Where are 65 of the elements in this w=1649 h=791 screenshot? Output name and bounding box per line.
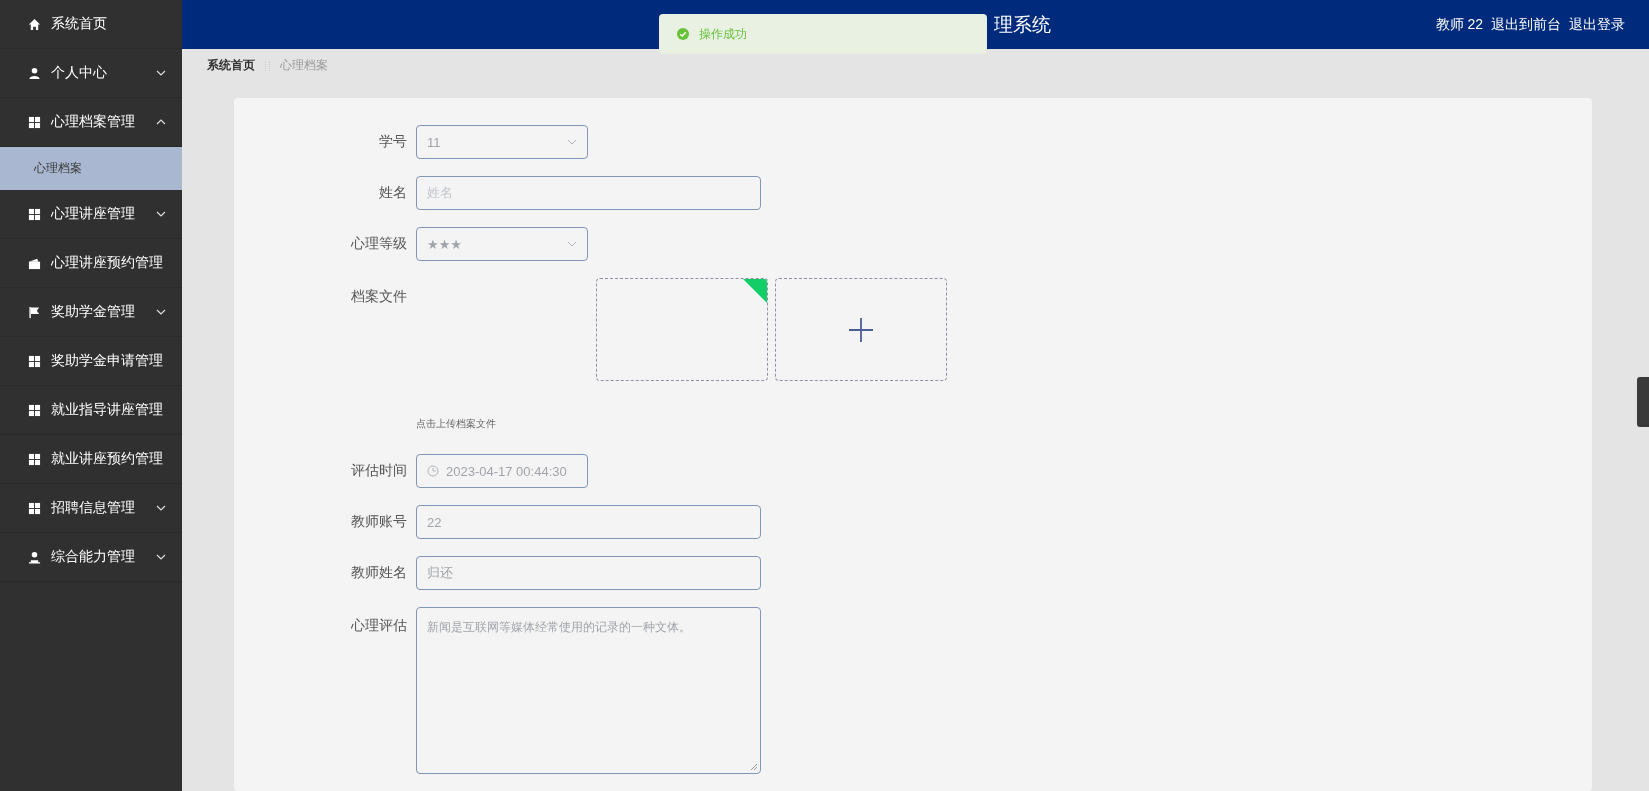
menu-label: 招聘信息管理 [51, 499, 136, 517]
flag-icon [28, 305, 41, 319]
uploaded-file-tile[interactable] [596, 278, 768, 381]
clock-icon [427, 465, 439, 477]
menu-label: 系统首页 [51, 15, 108, 33]
header-link[interactable]: 退出登录 [1569, 15, 1625, 34]
field-label: 档案文件 [350, 287, 408, 306]
menu-label: 就业讲座预约管理 [51, 450, 164, 468]
menu-item[interactable]: 奖助学金管理 [0, 288, 182, 337]
resize-grip-icon[interactable] [750, 763, 758, 771]
field-label: 教师姓名 [350, 564, 408, 582]
chevron-icon [567, 139, 577, 145]
chevron-icon [156, 211, 166, 217]
menu-label: 奖助学金管理 [51, 303, 136, 321]
menu-item[interactable]: 心理讲座管理 [0, 190, 182, 239]
chevron-icon [156, 119, 166, 125]
menu-label: 个人中心 [51, 64, 108, 82]
chevron-icon [156, 554, 166, 560]
breadcrumb-item[interactable]: 系统首页 [207, 57, 255, 74]
side-handle[interactable] [1637, 377, 1649, 427]
app-title: 理系统 [994, 12, 1051, 37]
menu-item[interactable]: 心理讲座预约管理 [0, 239, 182, 288]
menu-item[interactable]: 就业指导讲座管理 [0, 386, 182, 435]
menu-item[interactable]: 招聘信息管理 [0, 484, 182, 533]
grid-icon [28, 452, 41, 466]
home-icon [28, 17, 41, 31]
menu-label: 心理讲座预约管理 [51, 254, 164, 272]
chevron-icon [567, 241, 577, 247]
menu-label: 心理讲座管理 [51, 205, 136, 223]
toast-message: 操作成功 [699, 25, 747, 43]
chevron-icon [156, 70, 166, 76]
person-icon [28, 550, 41, 564]
upload-hint: 点击上传档案文件 [416, 417, 497, 431]
check-icon [677, 28, 689, 40]
grid-icon [28, 115, 41, 129]
chevron-icon [156, 505, 166, 511]
menu-label: 心理档案管理 [51, 113, 136, 131]
menu-item[interactable]: 综合能力管理 [0, 533, 182, 582]
grid-icon [28, 354, 41, 368]
field-label: 姓名 [378, 184, 408, 202]
submenu-item[interactable]: 心理档案 [0, 147, 182, 190]
menu-item[interactable]: 个人中心 [0, 49, 182, 98]
menu-label: 奖助学金申请管理 [51, 352, 164, 370]
grid-icon [28, 207, 41, 221]
field-label: 教师账号 [350, 513, 408, 531]
user-name: 教师 22 [1435, 15, 1483, 34]
upload-button[interactable] [775, 278, 947, 381]
field-label: 心理等级 [350, 235, 408, 253]
menu-label: 就业指导讲座管理 [51, 401, 164, 419]
menu-item[interactable]: 就业讲座预约管理 [0, 435, 182, 484]
field-label: 心理评估 [350, 616, 408, 635]
header-link[interactable]: 退出到前台 [1491, 15, 1561, 34]
breadcrumb-separator [265, 60, 270, 71]
grid-icon [28, 403, 41, 417]
menu-item[interactable]: 奖助学金申请管理 [0, 337, 182, 386]
grid-icon [28, 501, 41, 515]
field-label: 学号 [378, 133, 408, 151]
chevron-icon [156, 309, 166, 315]
field-label: 评估时间 [350, 462, 408, 480]
wallet-icon [28, 256, 41, 270]
breadcrumb-item: 心理档案 [280, 57, 328, 74]
success-corner-icon [743, 279, 767, 303]
plus-icon [849, 317, 873, 342]
menu-label: 综合能力管理 [51, 548, 136, 566]
user-icon [28, 66, 41, 80]
